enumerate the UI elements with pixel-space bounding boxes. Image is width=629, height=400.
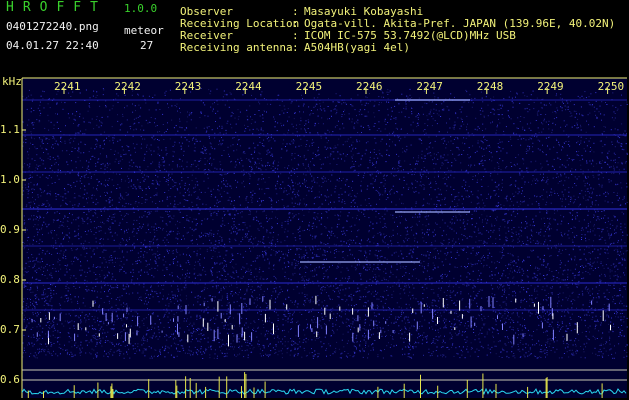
time-tick-label: 2241 <box>54 80 81 93</box>
time-tick-label: 2243 <box>174 80 202 93</box>
time-tick-label: 2242 <box>114 80 141 93</box>
spectrogram-background <box>22 78 627 398</box>
time-tick-label: 2245 <box>295 80 323 93</box>
freq-tick-label: 1.1 <box>0 123 20 136</box>
time-tick-label: 2244 <box>235 80 262 93</box>
freq-tick-label: 0.9 <box>0 223 20 236</box>
freq-tick-label: 1.0 <box>0 173 20 186</box>
time-tick-label: 2250 <box>597 80 625 93</box>
time-tick-label: 2249 <box>537 80 564 93</box>
freq-unit: kHz <box>2 75 22 88</box>
time-tick-label: 2248 <box>476 80 504 93</box>
freq-tick-label: 0.8 <box>0 273 20 286</box>
time-tick-label: 2246 <box>356 80 383 93</box>
freq-tick-label: 0.6 <box>0 373 20 386</box>
freq-tick-label: 0.7 <box>0 323 20 336</box>
time-tick-label: 2247 <box>416 80 443 93</box>
spectrogram <box>21 77 628 398</box>
